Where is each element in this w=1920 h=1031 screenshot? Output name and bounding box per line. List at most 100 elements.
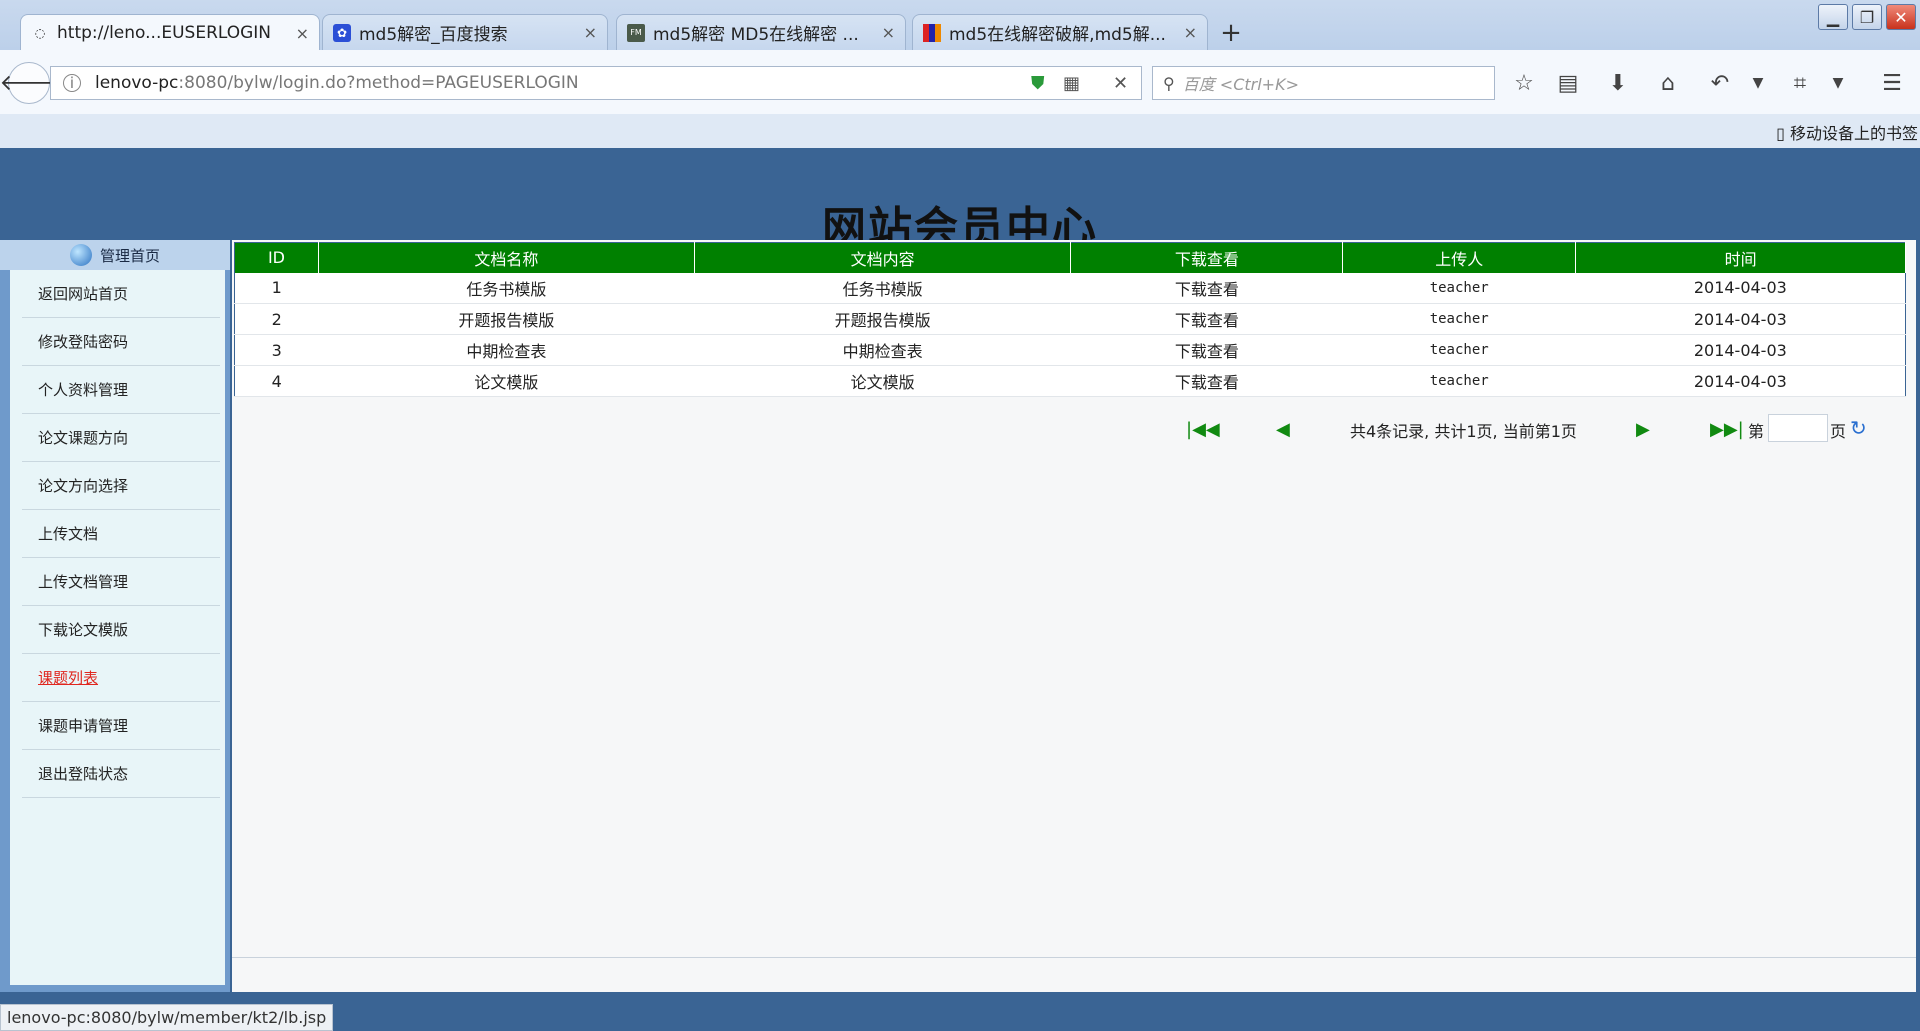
close-icon[interactable]: × [1184,23,1197,42]
sidebar-item-upload-manage[interactable]: 上传文档管理 [22,558,220,606]
close-icon: ✕ [1894,7,1908,27]
next-page-icon[interactable]: ▶ [1636,419,1650,440]
close-icon[interactable]: × [296,24,309,43]
cell-name: 开题报告模版 [318,303,695,335]
url-bar[interactable]: i lenovo-pc:8080/bylw/login.do?method=PA… [50,66,1142,100]
download-link[interactable]: 下载查看 [1070,365,1343,397]
crop-icon[interactable]: ⌗ [1784,68,1816,98]
search-placeholder: 百度 <Ctrl+K> [1182,75,1299,94]
baidu-paw-icon: ✿ [333,23,351,42]
home-icon[interactable]: ⌂ [1652,68,1684,98]
pagination-info: 共4条记录, 共计1页, 当前第1页 [1350,422,1577,441]
restore-button[interactable]: ❐ [1852,4,1882,30]
sidebar-item-change-password[interactable]: 修改登陆密码 [22,318,220,366]
sidebar-item-direction-select[interactable]: 论文方向选择 [22,462,220,510]
sidebar-item-upload[interactable]: 上传文档 [22,510,220,558]
sidebar-item-topic-list[interactable]: 课题列表 [22,654,220,702]
reading-list-icon[interactable]: ▤ [1552,68,1584,98]
minimize-icon: ▁ [1826,7,1840,27]
tab-title: md5解密 MD5在线解密 ... [653,25,859,45]
page: 网站会员中心 管理首页 返回网站首页 修改登陆密码 个人资料管理 论文课题方向 … [0,148,1920,1002]
download-icon[interactable]: ⬇ [1602,68,1634,98]
undo-icon[interactable]: ↶ [1704,68,1736,98]
sidebar-item-home[interactable]: 返回网站首页 [22,270,220,318]
pagination: |◀◀ ◀ 共4条记录, 共计1页, 当前第1页 ▶ ▶▶| 第 页 ↻ [232,414,1916,444]
cell-id: 1 [234,272,319,304]
restore-icon: ❐ [1859,7,1875,27]
cell-time: 2014-04-03 [1575,303,1906,335]
url-path: :8080/bylw/login.do?method=PAGEUSERLOGIN [178,73,579,93]
cell-id: 2 [234,303,319,335]
tab-title: md5解密_百度搜索 [359,25,508,45]
minimize-button[interactable]: ▁ [1818,4,1848,30]
navigation-bar: 🡐 i lenovo-pc:8080/bylw/login.do?method=… [0,50,1920,114]
sidebar-item-logout[interactable]: 退出登陆状态 [22,750,220,798]
cell-uploader: teacher [1342,303,1576,335]
qr-code-icon[interactable]: ▦ [1063,73,1080,94]
last-page-icon[interactable]: ▶▶| [1710,419,1744,440]
cell-uploader: teacher [1342,272,1576,304]
tab-baidu[interactable]: ✿ md5解密_百度搜索 × [322,14,608,50]
tab-strip: ◌ http://leno...EUSERLOGIN × ✿ md5解密_百度搜… [0,0,1920,51]
main-content: ID 文档名称 文档内容 下载查看 上传人 时间 1 任务书模版 任务书模版 下… [232,240,1916,992]
table-header-row: ID 文档名称 文档内容 下载查看 上传人 时间 [234,242,1906,273]
cell-content: 开题报告模版 [694,303,1071,335]
cell-name: 中期检查表 [318,334,695,366]
sidebar-item-profile[interactable]: 个人资料管理 [22,366,220,414]
prev-page-icon[interactable]: ◀ [1276,419,1290,440]
download-link[interactable]: 下载查看 [1070,303,1343,335]
page-suffix-label: 页 [1830,422,1847,441]
sidebar-header-label: 管理首页 [99,246,160,265]
cell-id: 4 [234,365,319,397]
shield-icon[interactable]: ⛊ [1031,73,1045,94]
page-number-input[interactable] [1768,414,1828,442]
tab-md5-online[interactable]: FM md5解密 MD5在线解密 ... × [616,14,906,50]
search-icon: ⚲ [1163,73,1175,93]
chevron-down-icon[interactable]: ▼ [1742,68,1774,98]
cell-name: 论文模版 [318,365,695,397]
cell-uploader: teacher [1342,365,1576,397]
chevron-down-icon[interactable]: ▼ [1822,68,1854,98]
sidebar: 管理首页 返回网站首页 修改登陆密码 个人资料管理 论文课题方向 论文方向选择 … [0,240,230,992]
table-row: 2 开题报告模版 开题报告模版 下载查看 teacher 2014-04-03 [234,303,1906,335]
menu-icon[interactable]: ☰ [1876,68,1908,98]
sidebar-item-topic-apply[interactable]: 课题申请管理 [22,702,220,750]
column-header-time: 时间 [1575,242,1906,273]
phone-icon: ▯ [1776,124,1785,143]
globe-icon [69,244,92,266]
cell-id: 3 [234,334,319,366]
divider [232,957,1916,958]
sidebar-menu: 返回网站首页 修改登陆密码 个人资料管理 论文课题方向 论文方向选择 上传文档 … [10,270,225,985]
close-icon[interactable]: × [882,23,895,42]
download-link[interactable]: 下载查看 [1070,334,1343,366]
go-page-icon[interactable]: ↻ [1850,416,1867,440]
cell-time: 2014-04-03 [1575,365,1906,397]
new-tab-button[interactable]: + [1216,18,1246,48]
search-input[interactable]: ⚲ 百度 <Ctrl+K> [1152,66,1495,100]
bookmark-star-icon[interactable]: ☆ [1508,68,1540,98]
cell-name: 任务书模版 [318,272,695,304]
page-prefix-label: 第 [1748,422,1765,441]
first-page-icon[interactable]: |◀◀ [1186,419,1220,440]
bookmarks-bar: ▯ 移动设备上的书签 [0,114,1920,148]
cell-content: 论文模版 [694,365,1071,397]
sidebar-item-topic-direction[interactable]: 论文课题方向 [22,414,220,462]
cell-content: 中期检查表 [694,334,1071,366]
mobile-bookmarks-label: 移动设备上的书签 [1789,124,1918,143]
sidebar-header[interactable]: 管理首页 [0,240,230,270]
tab-title: md5在线解密破解,md5解... [949,25,1166,45]
mobile-bookmarks-link[interactable]: ▯ 移动设备上的书签 [1776,120,1918,144]
sidebar-item-download-template[interactable]: 下载论文模版 [22,606,220,654]
globe-icon: ◌ [34,26,46,40]
stop-icon[interactable]: ✕ [1113,73,1128,94]
download-link[interactable]: 下载查看 [1070,272,1343,304]
info-icon[interactable]: i [63,74,81,92]
close-icon[interactable]: × [584,23,597,42]
table-row: 4 论文模版 论文模版 下载查看 teacher 2014-04-03 [234,365,1906,397]
tab-md5-crack[interactable]: md5在线解密破解,md5解... × [912,14,1208,50]
column-header-id: ID [234,242,319,273]
window-close-button[interactable]: ✕ [1886,4,1916,30]
back-button[interactable]: 🡐 [0,62,59,104]
column-header-uploader: 上传人 [1342,242,1577,273]
tab-current[interactable]: ◌ http://leno...EUSERLOGIN × [20,14,320,51]
